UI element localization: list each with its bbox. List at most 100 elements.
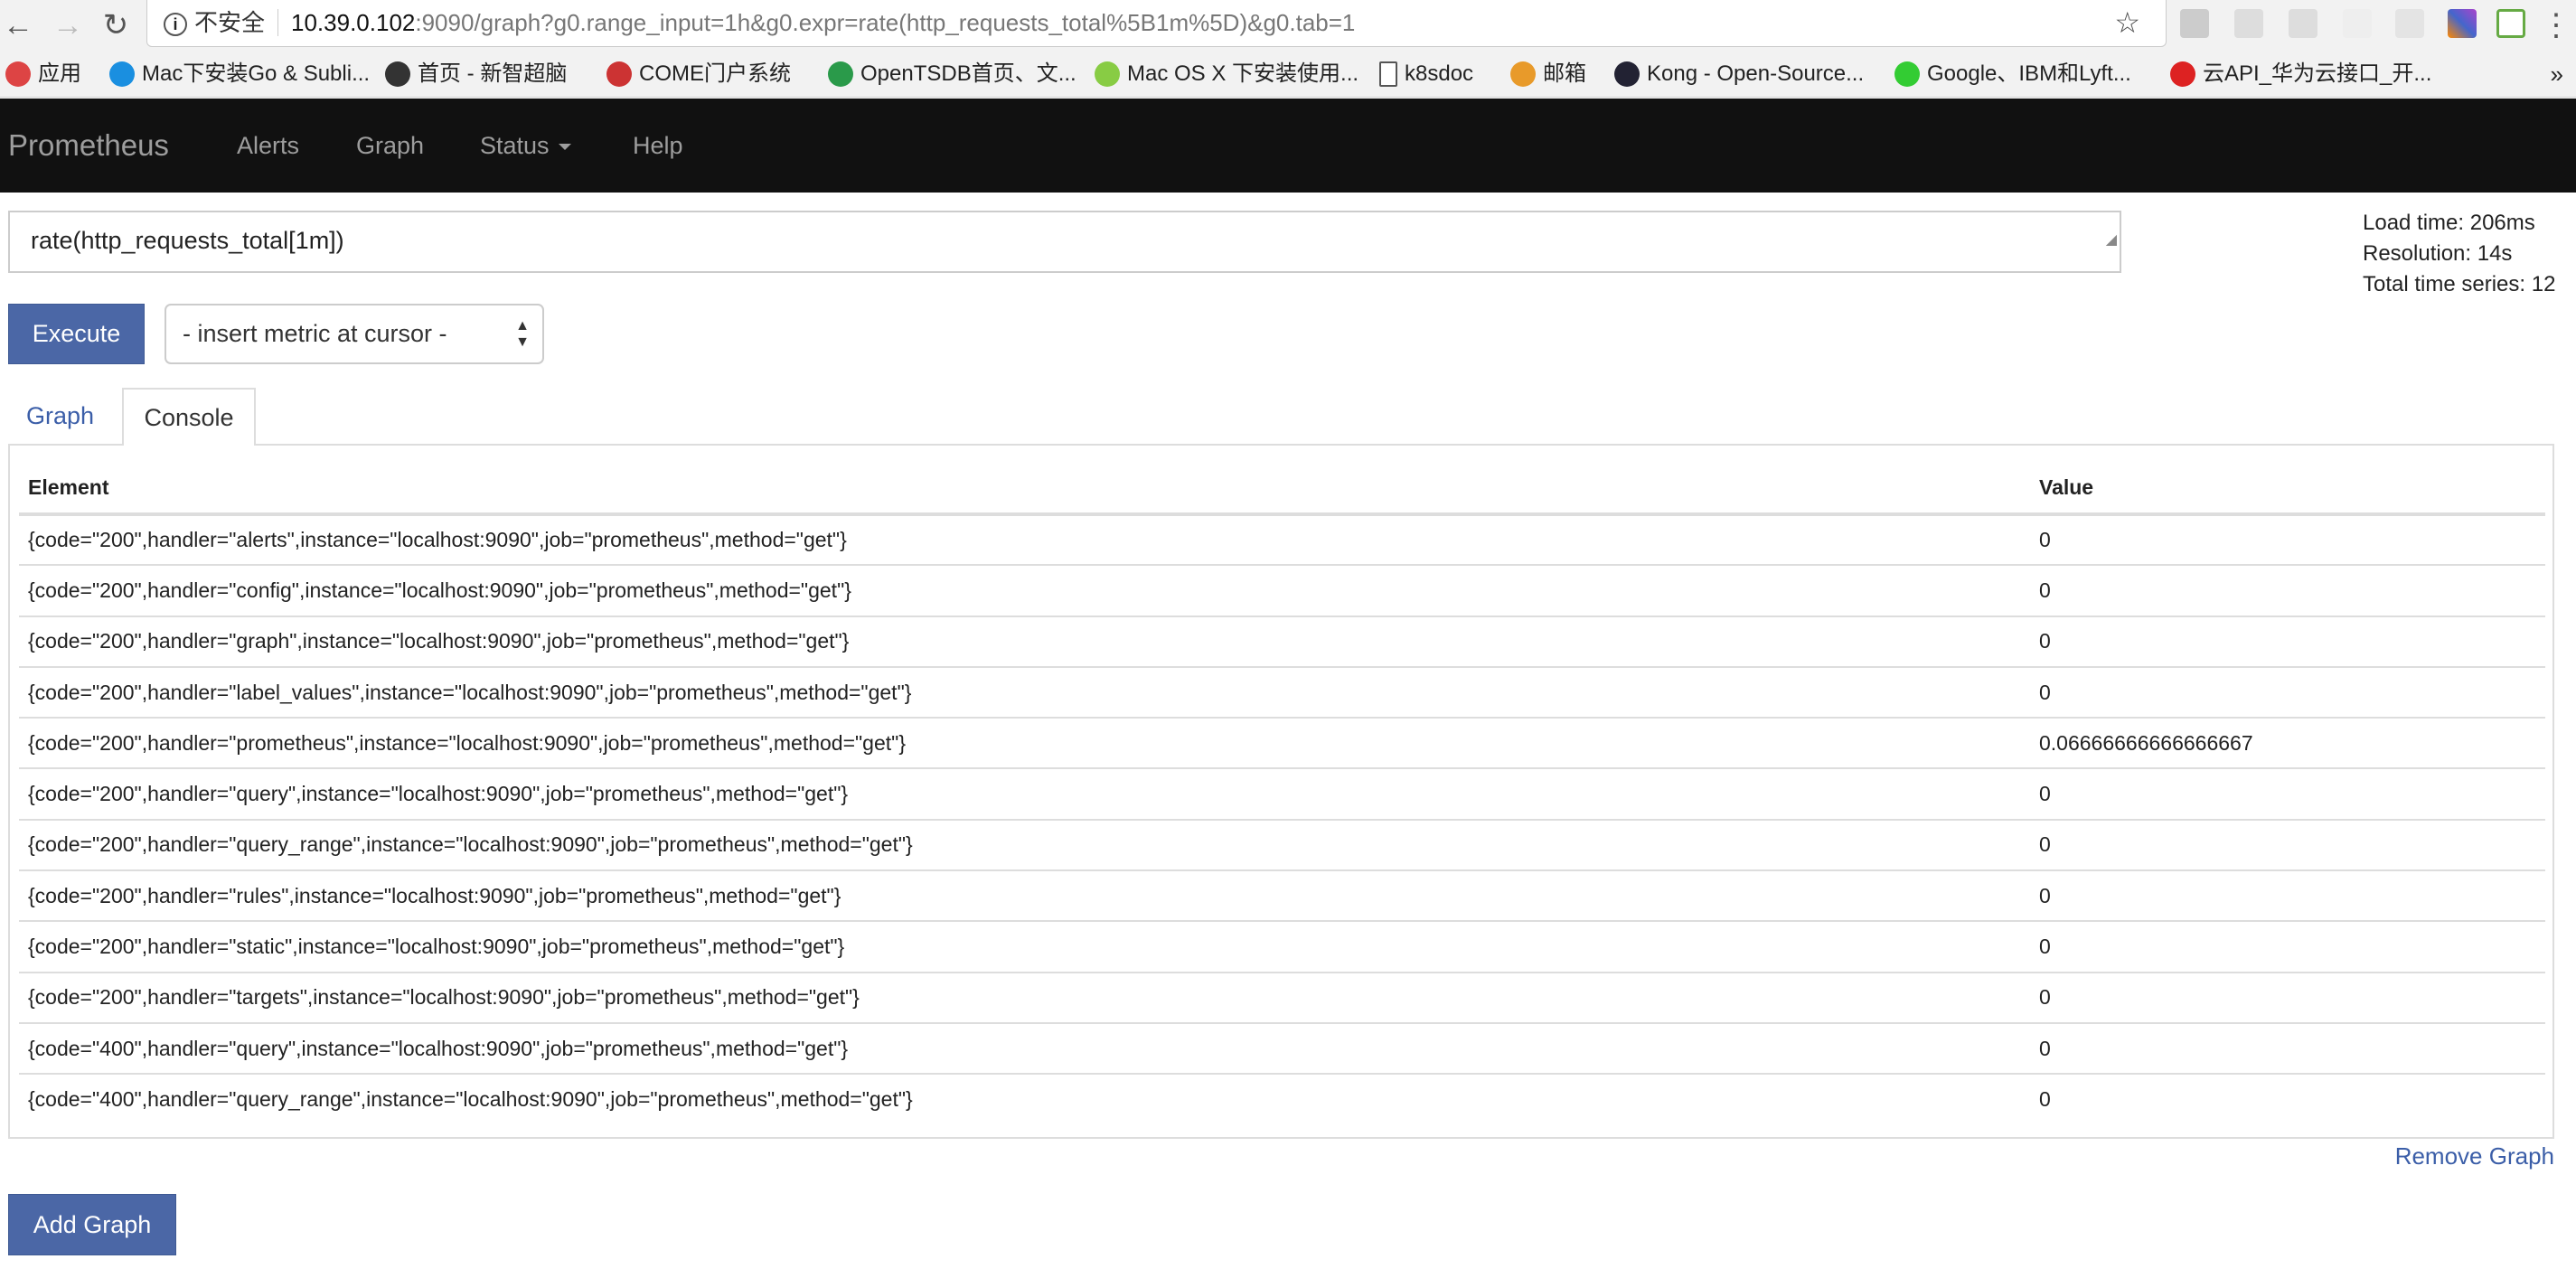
header-value: Value xyxy=(2030,462,2545,516)
element-cell: {code="200",handler="config",instance="l… xyxy=(19,564,2030,616)
element-cell: {code="200",handler="prometheus",instanc… xyxy=(19,717,2030,769)
bookmark-label: 首页 - 新智超脑 xyxy=(418,61,568,86)
info-icon[interactable]: i xyxy=(164,13,187,37)
element-cell: {code="200",handler="label_values",insta… xyxy=(19,665,2030,719)
value-cell: 0 xyxy=(2030,767,2545,820)
nav-alerts[interactable]: Alerts xyxy=(237,99,299,193)
bookmark-item[interactable]: 邮箱 xyxy=(1510,51,1586,98)
element-cell: {code="200",handler="graph",instance="lo… xyxy=(19,615,2030,667)
value-cell: 0 xyxy=(2030,1021,2545,1075)
tab-console[interactable]: Console xyxy=(122,388,256,446)
edit-icon xyxy=(385,61,410,87)
table-row: {code="200",handler="query",instance="lo… xyxy=(19,767,2545,820)
bookmark-item[interactable]: Mac OS X 下安装使用... xyxy=(1095,51,1359,98)
value-cell: 0 xyxy=(2030,1073,2545,1125)
security-label: 不安全 xyxy=(194,9,279,36)
table-row: {code="200",handler="label_values",insta… xyxy=(19,665,2545,719)
table-row: {code="200",handler="static",instance="l… xyxy=(19,920,2545,973)
total-series: Total time series: 12 xyxy=(2363,272,2556,296)
table-row: {code="200",handler="config",instance="l… xyxy=(19,564,2545,616)
back-icon[interactable]: ← xyxy=(0,5,36,45)
bookmark-star-icon[interactable]: ☆ xyxy=(2114,0,2140,45)
extension-columns-icon[interactable] xyxy=(2289,9,2317,38)
navbar: Prometheus Alerts Graph Status Help xyxy=(0,99,2576,193)
element-cell: {code="200",handler="query_range",instan… xyxy=(19,818,2030,871)
more-bookmarks-icon[interactable]: » xyxy=(2551,51,2563,98)
table-header-row: Element Value xyxy=(19,462,2545,516)
nav-help[interactable]: Help xyxy=(633,99,683,193)
value-cell: 0 xyxy=(2030,665,2545,719)
address-bar[interactable]: i 不安全 10.39.0.102:9090/graph?g0.range_inpu… xyxy=(146,0,2167,47)
bookmark-item[interactable]: Google、IBM和Lyft... xyxy=(1894,51,2131,98)
bookmark-item[interactable]: k8sdoc xyxy=(1379,51,1473,98)
element-cell: {code="400",handler="query_range",instan… xyxy=(19,1073,2030,1125)
huawei-icon xyxy=(2170,61,2195,87)
mail-icon xyxy=(1510,61,1536,87)
kong-gorilla-icon xyxy=(1614,61,1640,87)
come-logo-icon xyxy=(606,61,632,87)
table-row: {code="200",handler="prometheus",instanc… xyxy=(19,717,2545,769)
bookmark-item[interactable]: Mac下安装Go & Subli... xyxy=(109,51,370,98)
query-stats: Load time: 206ms Resolution: 14s Total t… xyxy=(2363,208,2555,300)
extension-tree-icon[interactable] xyxy=(2343,9,2372,38)
extension-b-icon[interactable] xyxy=(2496,9,2525,38)
add-graph-button[interactable]: Add Graph xyxy=(8,1194,176,1255)
remove-graph-link[interactable]: Remove Graph xyxy=(2395,1142,2554,1170)
element-cell: {code="200",handler="targets",instance="… xyxy=(19,971,2030,1023)
table-row: {code="200",handler="targets",instance="… xyxy=(19,971,2545,1023)
element-cell: {code="200",handler="alerts",instance="l… xyxy=(28,528,847,552)
bookmark-label: COME门户系统 xyxy=(639,61,791,86)
extension-box-icon[interactable] xyxy=(2395,9,2424,38)
table-row: {code="200",handler="query_range",instan… xyxy=(19,818,2545,871)
apps-grid-icon xyxy=(5,61,31,87)
browser-toolbar: ← → ↻ i 不安全 10.39.0.102:9090/graph?g0.rang… xyxy=(0,0,2576,51)
value-cell: 0 xyxy=(2030,920,2545,973)
extension-react-icon[interactable] xyxy=(2234,9,2263,38)
c-logo-icon xyxy=(109,61,135,87)
nav-graph[interactable]: Graph xyxy=(356,99,424,193)
element-cell: {code="200",handler="static",instance="l… xyxy=(19,920,2030,973)
bookmark-item[interactable]: Kong - Open-Source... xyxy=(1614,51,1864,98)
expression-input[interactable]: rate(http_requests_total[1m]) ◢ xyxy=(8,211,2121,273)
value-cell: 0 xyxy=(2030,818,2545,871)
bookmark-label: Google、IBM和Lyft... xyxy=(1927,61,2131,86)
table-row: {code="400",handler="query",instance="lo… xyxy=(19,1021,2545,1075)
insert-metric-label: - insert metric at cursor - xyxy=(183,320,447,347)
url-host: 10.39.0.102 xyxy=(291,9,416,36)
document-icon xyxy=(1379,61,1397,87)
menu-kebab-icon[interactable]: ⋮ xyxy=(2538,5,2574,45)
resize-handle-icon[interactable]: ◢ xyxy=(2106,212,2117,268)
brand-link[interactable]: Prometheus xyxy=(8,99,169,193)
bookmark-label: Mac OS X 下安装使用... xyxy=(1127,61,1359,86)
tab-graph[interactable]: Graph xyxy=(26,388,94,444)
opentsdb-icon xyxy=(828,61,853,87)
bookmark-item[interactable]: OpenTSDB首页、文... xyxy=(828,51,1076,98)
bookmark-item[interactable]: COME门户系统 xyxy=(606,51,791,98)
element-cell: {code="200",handler="query",instance="lo… xyxy=(19,767,2030,820)
console-panel: Element Value {code="200",handler="alert… xyxy=(8,444,2554,1139)
bookmark-item[interactable]: 应用 xyxy=(5,51,81,98)
value-cell: 0 xyxy=(2030,971,2545,1023)
extension-bird-icon[interactable] xyxy=(2180,9,2209,38)
bookmark-item[interactable]: 云API_华为云接口_开... xyxy=(2170,51,2431,98)
nav-status[interactable]: Status xyxy=(480,99,571,193)
execute-button[interactable]: Execute xyxy=(8,304,145,364)
reload-icon[interactable]: ↻ xyxy=(98,5,134,45)
table-row: {code="200",handler="graph",instance="lo… xyxy=(19,615,2545,667)
insert-metric-select[interactable]: - insert metric at cursor - ▲ ▼ xyxy=(165,304,544,364)
forward-icon[interactable]: → xyxy=(50,5,86,45)
value-cell: 0 xyxy=(2039,528,2051,552)
element-cell: {code="400",handler="query",instance="lo… xyxy=(19,1021,2030,1075)
bookmark-item[interactable]: 首页 - 新智超脑 xyxy=(385,51,567,98)
load-time: Load time: 206ms xyxy=(2363,211,2535,235)
table-row: {code="200",handler="rules",instance="lo… xyxy=(19,869,2545,922)
bookmark-label: k8sdoc xyxy=(1405,61,1474,86)
element-cell: {code="200",handler="rules",instance="lo… xyxy=(19,869,2030,922)
wechat-icon xyxy=(1894,61,1920,87)
url-path: :9090/graph?g0.range_input=1h&g0.expr=ra… xyxy=(415,9,1356,36)
caret-down-icon xyxy=(558,144,571,151)
extension-x-icon[interactable] xyxy=(2448,9,2477,38)
bookmarks-bar: » 应用 Mac下安装Go & Subli... 首页 - 新智超脑 COME门户系统… xyxy=(0,51,2576,98)
select-arrows-icon: ▲ ▼ xyxy=(515,318,530,350)
nav-status-label: Status xyxy=(480,132,550,159)
